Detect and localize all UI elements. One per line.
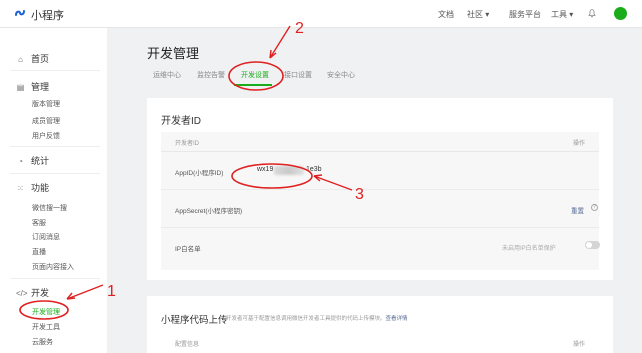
wechat-mp-admin: 小程序 文档 社区 ▾ 服务平台 工具 ▾ ⌂ 首页 ▤ 管理 版本管理 成员管理 …	[0, 0, 642, 353]
sidebar-group-dev[interactable]: </> 开发	[16, 286, 49, 299]
sidebar-item-stats[interactable]: ◔ 统计	[16, 154, 49, 167]
home-icon: ⌂	[18, 55, 23, 64]
tab-dev-settings[interactable]: 开发设置	[241, 70, 269, 80]
appid-prefix[interactable]: wx19	[257, 166, 273, 173]
appid-redacted	[274, 166, 304, 175]
col-id: 开发者ID	[175, 141, 200, 147]
divider	[10, 146, 100, 147]
table-row-ip: IP白名单 未启用IP白名单保护	[161, 228, 600, 266]
col-config: 配置信息	[175, 342, 200, 348]
sidebar-item-live[interactable]: 直播	[32, 247, 46, 257]
secret-label: AppSecret(小程序密钥)	[175, 208, 243, 215]
sidebar-group-features[interactable]: ⁙ 功能	[16, 181, 49, 194]
ip-whitelist-toggle[interactable]	[585, 241, 600, 249]
nav-service-platform[interactable]: 服务平台	[509, 9, 541, 20]
table-row-secret: AppSecret(小程序密钥) 重置 ?	[161, 190, 599, 228]
sidebar-item-content-access[interactable]: 页面内容接入	[32, 262, 74, 272]
logo-icon[interactable]	[13, 6, 27, 20]
annotation-number-2: 2	[295, 20, 304, 37]
sidebar-item-search[interactable]: 微信搜一搜	[32, 203, 67, 213]
developer-id-card: 开发者ID 开发者ID 操作 AppID(小程序ID) wx19 1e3b Ap…	[147, 98, 613, 280]
sidebar: ⌂ 首页 ▤ 管理 版本管理 成员管理 用户反馈 ◔ 统计 ⁙ 功能 微信搜一搜 客服 …	[0, 28, 107, 353]
upload-desc: 开发者可基于配置信息调用微信开发者工具提供的代码上传模块。查看详情	[226, 316, 408, 322]
arrow-2-head	[269, 49, 277, 59]
sidebar-item-home[interactable]: ⌂ 首页	[16, 52, 49, 65]
page-title: 开发管理	[147, 46, 200, 61]
sidebar-group-manage[interactable]: ▤ 管理	[16, 80, 49, 93]
table-row-appid: AppID(小程序ID) wx19 1e3b	[161, 152, 599, 190]
sidebar-item-subscribe[interactable]: 订阅消息	[32, 232, 60, 242]
col-action: 操作	[573, 342, 586, 348]
divider	[10, 70, 100, 71]
app-name[interactable]: 小程序	[31, 7, 64, 23]
upload-title: 小程序代码上传	[161, 315, 228, 326]
tab-security[interactable]: 安全中心	[327, 70, 355, 80]
features-icon: ⁙	[17, 184, 24, 193]
divider	[10, 278, 100, 279]
sidebar-item-dev-manage[interactable]: 开发管理	[32, 307, 60, 317]
stats-icon: ◔	[18, 157, 23, 166]
upload-details-link[interactable]: 查看详情	[386, 316, 408, 322]
col-action: 操作	[573, 141, 586, 147]
nav-docs[interactable]: 文档	[438, 9, 454, 20]
active-tab-indicator	[234, 84, 272, 86]
nav-tools[interactable]: 工具 ▾	[551, 9, 573, 20]
ip-hint: 未启用IP白名单保护	[502, 246, 556, 252]
annotation-number-3: 3	[355, 186, 364, 203]
tab-ops[interactable]: 运维中心	[153, 70, 181, 80]
sidebar-item-cloud[interactable]: 云服务	[32, 337, 53, 347]
upload-card: 小程序代码上传 开发者可基于配置信息调用微信开发者工具提供的代码上传模块。查看详…	[147, 296, 613, 353]
sidebar-item-feedback[interactable]: 用户反馈	[32, 131, 60, 141]
divider	[10, 173, 100, 174]
manage-icon: ▤	[16, 83, 25, 92]
tab-api-settings[interactable]: 接口设置	[284, 70, 312, 80]
appid-label: AppID(小程序ID)	[175, 170, 224, 177]
nav-community[interactable]: 社区 ▾	[467, 9, 489, 20]
reset-link[interactable]: 重置	[571, 205, 584, 215]
annotation-number-1: 1	[107, 283, 116, 300]
sidebar-item-versions[interactable]: 版本管理	[32, 99, 60, 109]
sidebar-item-members[interactable]: 成员管理	[32, 116, 60, 126]
top-bar: 小程序 文档 社区 ▾ 服务平台 工具 ▾	[0, 0, 642, 28]
card-title: 开发者ID	[161, 116, 201, 127]
sidebar-item-customer-service[interactable]: 客服	[32, 218, 46, 228]
sidebar-item-dev-tools[interactable]: 开发工具	[32, 322, 60, 332]
table-header: 开发者ID 操作	[161, 132, 599, 152]
developer-id-table: 开发者ID 操作 AppID(小程序ID) wx19 1e3b AppSecre…	[161, 132, 600, 270]
bell-icon[interactable]	[587, 8, 597, 18]
appid-suffix[interactable]: 1e3b	[306, 166, 322, 173]
avatar[interactable]	[614, 7, 627, 20]
arrow-2	[269, 25, 291, 59]
help-icon[interactable]: ?	[591, 204, 598, 211]
tab-monitor[interactable]: 监控告警	[197, 70, 225, 80]
code-icon: </>	[16, 289, 28, 298]
ip-label: IP白名单	[175, 246, 201, 253]
